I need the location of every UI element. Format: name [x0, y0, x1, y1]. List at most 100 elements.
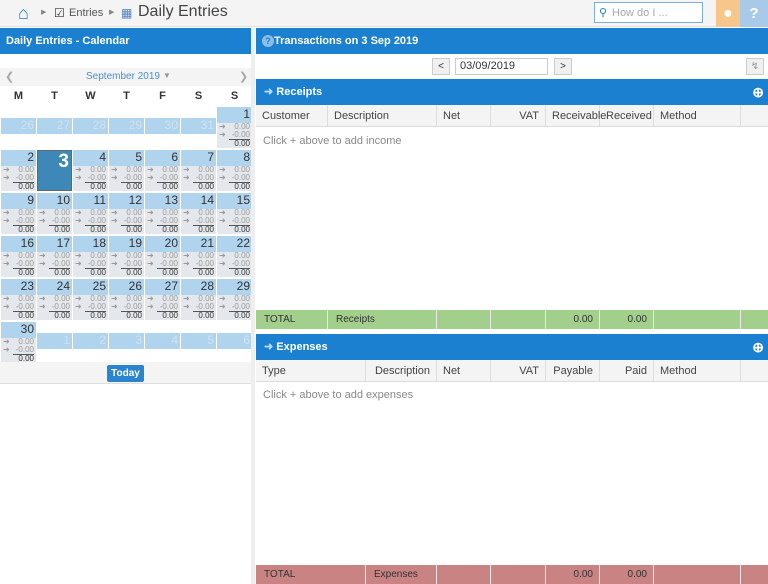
calendar-day[interactable]: 3	[37, 150, 72, 191]
expense-icon: ➜	[111, 216, 118, 225]
calendar-day[interactable]: 30 ➜ 0.00 ➜ -0.00 0.00	[1, 322, 36, 363]
next-day-button[interactable]: >	[554, 58, 572, 75]
month-nav: ❮ September 2019 ▼ ❯	[0, 68, 251, 86]
calendar-day[interactable]: 8 ➜ 0.00 ➜ -0.00 0.00	[217, 150, 252, 191]
other-month-day[interactable]: 6	[217, 333, 252, 349]
calendar-day[interactable]: 2 ➜ 0.00 ➜ -0.00 0.00	[1, 150, 36, 191]
chat-button[interactable]: ●	[716, 0, 740, 27]
other-month-day[interactable]: 5	[181, 333, 216, 349]
divider	[251, 28, 255, 584]
calendar-day[interactable]: 21 ➜ 0.00 ➜ -0.00 0.00	[181, 236, 216, 277]
other-month-day[interactable]: 4	[145, 333, 180, 349]
calendar-day[interactable]: 24 ➜ 0.00 ➜ -0.00 0.00	[37, 279, 72, 320]
calendar-day[interactable]: 17 ➜ 0.00 ➜ -0.00 0.00	[37, 236, 72, 277]
other-month-day[interactable]: 3	[109, 333, 144, 349]
help-icon[interactable]: ?	[262, 35, 274, 47]
calendar-day[interactable]: 10 ➜ 0.00 ➜ -0.00 0.00	[37, 193, 72, 234]
other-month-day[interactable]: 28	[73, 118, 108, 134]
next-month-button[interactable]: ❯	[239, 70, 248, 83]
calendar-day[interactable]: 20 ➜ 0.00 ➜ -0.00 0.00	[145, 236, 180, 277]
day-summary: ➜ 0.00 ➜ -0.00 0.00	[145, 251, 180, 277]
column-header[interactable]: Payable	[546, 360, 600, 382]
calendar-day[interactable]: 22 ➜ 0.00 ➜ -0.00 0.00	[217, 236, 252, 277]
calendar-day[interactable]: 28 ➜ 0.00 ➜ -0.00 0.00	[181, 279, 216, 320]
column-header[interactable]: Net	[437, 360, 491, 382]
other-month-day[interactable]: 2	[73, 333, 108, 349]
column-header[interactable]: Customer	[256, 105, 328, 127]
day-number: 19	[109, 236, 144, 252]
add-expense-button[interactable]: ⊕	[752, 334, 764, 360]
expense-icon: ➜	[111, 173, 118, 182]
other-month-day[interactable]: 29	[109, 118, 144, 134]
expense-icon: ➜	[183, 302, 190, 311]
expense-icon: ➜	[3, 302, 10, 311]
calendar-day[interactable]: 16 ➜ 0.00 ➜ -0.00 0.00	[1, 236, 36, 277]
day-summary: ➜ 0.00 ➜ -0.00 0.00	[109, 251, 144, 277]
calendar-day[interactable]: 12 ➜ 0.00 ➜ -0.00 0.00	[109, 193, 144, 234]
other-month-day[interactable]: 27	[37, 118, 72, 134]
prev-month-button[interactable]: ❮	[5, 70, 14, 83]
weekday-label: F	[159, 90, 166, 102]
calendar-day[interactable]: 9 ➜ 0.00 ➜ -0.00 0.00	[1, 193, 36, 234]
calendar-day[interactable]: 7 ➜ 0.00 ➜ -0.00 0.00	[181, 150, 216, 191]
column-header[interactable]: Receivable	[546, 105, 606, 127]
day-number: 4	[73, 150, 108, 166]
calendar-day[interactable]: 11 ➜ 0.00 ➜ -0.00 0.00	[73, 193, 108, 234]
calendar-day[interactable]: 18 ➜ 0.00 ➜ -0.00 0.00	[73, 236, 108, 277]
column-header[interactable]: Description	[366, 360, 437, 382]
date-input[interactable]: 03/09/2019	[455, 58, 548, 75]
search-input[interactable]: ⚲ How do I ...	[594, 2, 703, 23]
day-summary: ➜ 0.00 ➜ -0.00 0.00	[1, 294, 36, 320]
calendar-day[interactable]: 25 ➜ 0.00 ➜ -0.00 0.00	[73, 279, 108, 320]
other-month-day[interactable]: 30	[145, 118, 180, 134]
column-header[interactable]: Received	[600, 105, 654, 127]
day-summary: ➜ 0.00 ➜ -0.00 0.00	[73, 294, 108, 320]
calendar-day[interactable]: 13 ➜ 0.00 ➜ -0.00 0.00	[145, 193, 180, 234]
expenses-title: Expenses	[276, 341, 328, 353]
help-button[interactable]: ?	[740, 0, 768, 27]
month-dropdown-icon[interactable]: ▼	[163, 71, 171, 80]
quick-action-icon[interactable]: ↯	[746, 58, 764, 75]
prev-day-button[interactable]: <	[432, 58, 450, 75]
calendar-day[interactable]: 6 ➜ 0.00 ➜ -0.00 0.00	[145, 150, 180, 191]
home-icon[interactable]: ⌂	[18, 3, 29, 24]
column-header[interactable]: Method	[654, 105, 741, 127]
calendar-day[interactable]: 29 ➜ 0.00 ➜ -0.00 0.00	[217, 279, 252, 320]
calendar-day[interactable]: 1 ➜ 0.00 ➜ -0.00 0.00	[217, 107, 252, 148]
column-header[interactable]: Description	[328, 105, 437, 127]
day-summary: ➜ 0.00 ➜ -0.00 0.00	[181, 251, 216, 277]
other-month-day[interactable]: 1	[37, 333, 72, 349]
column-header[interactable]: VAT	[491, 360, 546, 382]
expense-icon: ➜	[147, 302, 154, 311]
chevron-right-icon: ▶	[109, 9, 115, 16]
column-header[interactable]: VAT	[491, 105, 546, 127]
calendar-day[interactable]: 4 ➜ 0.00 ➜ -0.00 0.00	[73, 150, 108, 191]
calendar-day[interactable]: 19 ➜ 0.00 ➜ -0.00 0.00	[109, 236, 144, 277]
day-summary: ➜ 0.00 ➜ -0.00 0.00	[217, 208, 252, 234]
transactions-header: ? Transactions on 3 Sep 2019	[256, 28, 768, 54]
column-header[interactable]: Paid	[600, 360, 654, 382]
day-summary: ➜ 0.00 ➜ -0.00 0.00	[181, 294, 216, 320]
day-number: 14	[181, 193, 216, 209]
calendar-day[interactable]: 27 ➜ 0.00 ➜ -0.00 0.00	[145, 279, 180, 320]
day-summary: ➜ 0.00 ➜ -0.00 0.00	[1, 165, 36, 191]
day-summary: ➜ 0.00 ➜ -0.00 0.00	[217, 294, 252, 320]
calendar-day[interactable]: 14 ➜ 0.00 ➜ -0.00 0.00	[181, 193, 216, 234]
calendar-day[interactable]: 23 ➜ 0.00 ➜ -0.00 0.00	[1, 279, 36, 320]
other-month-day[interactable]: 31	[181, 118, 216, 134]
today-button[interactable]: Today	[107, 365, 144, 382]
add-receipt-button[interactable]: ⊕	[752, 79, 764, 105]
calendar-day[interactable]: 5 ➜ 0.00 ➜ -0.00 0.00	[109, 150, 144, 191]
day-summary: ➜ 0.00 ➜ -0.00 0.00	[37, 208, 72, 234]
column-header[interactable]: Type	[256, 360, 366, 382]
breadcrumb-entries[interactable]: Entries	[69, 7, 103, 19]
column-header[interactable]: Net	[437, 105, 491, 127]
month-label[interactable]: September 2019	[86, 71, 160, 82]
calendar-day[interactable]: 15 ➜ 0.00 ➜ -0.00 0.00	[217, 193, 252, 234]
expense-icon: ➜	[3, 345, 10, 354]
expenses-header: ➜ Expenses ⊕	[256, 334, 768, 360]
other-month-day[interactable]: 26	[1, 118, 36, 134]
column-header[interactable]: Method	[654, 360, 741, 382]
total-label: TOTAL	[256, 565, 366, 584]
calendar-day[interactable]: 26 ➜ 0.00 ➜ -0.00 0.00	[109, 279, 144, 320]
